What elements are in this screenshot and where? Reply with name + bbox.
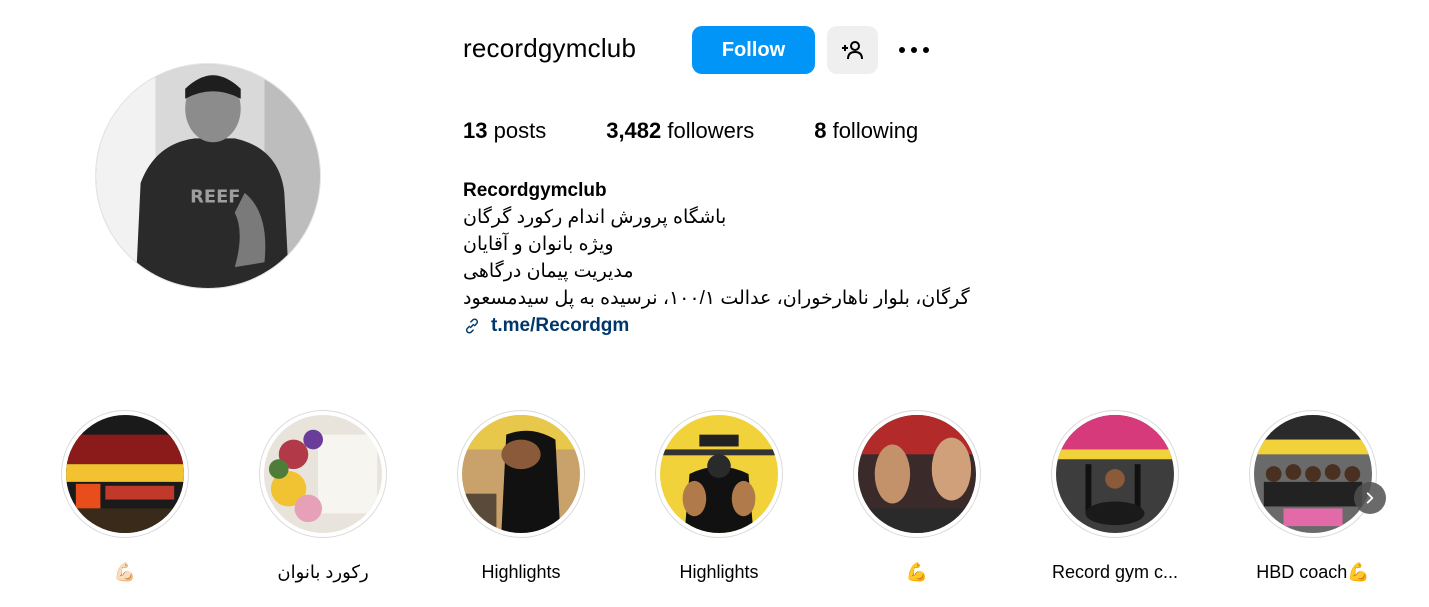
highlight-image xyxy=(858,415,976,533)
suggested-accounts-button[interactable] xyxy=(827,26,878,74)
more-options-icon xyxy=(896,47,932,53)
bio-line: باشگاه پرورش اندام رکورد گرگان xyxy=(463,207,727,228)
followers-count: 3,482 xyxy=(606,118,662,143)
highlight-label: Highlights xyxy=(481,562,561,582)
highlight-label: 💪 xyxy=(905,562,929,582)
highlight-cover xyxy=(61,410,189,538)
posts-label: posts xyxy=(493,118,547,143)
highlight-image xyxy=(1056,415,1174,533)
posts-stat: 13 posts xyxy=(463,118,546,144)
bio-external-link[interactable]: t.me/Recordgm xyxy=(463,312,1063,339)
bio-line: مدیریت پیمان درگاهی xyxy=(463,261,634,282)
person-add-icon xyxy=(841,41,863,60)
chevron-right-icon xyxy=(1366,492,1374,504)
highlights-next-button[interactable] xyxy=(1354,482,1386,514)
highlight-cover xyxy=(1051,410,1179,538)
followers-stat[interactable]: 3,482 followers xyxy=(606,118,754,144)
more-options-button[interactable] xyxy=(894,36,934,64)
profile-username: recordgymclub xyxy=(463,33,637,63)
highlight-label: HBD coach💪 xyxy=(1256,562,1370,582)
avatar-image: REEF xyxy=(96,64,320,288)
following-label: following xyxy=(832,118,919,143)
posts-count: 13 xyxy=(463,118,488,143)
highlight-cover xyxy=(457,410,585,538)
follow-button[interactable]: Follow xyxy=(692,26,815,74)
story-highlights: 💪🏻 رکورد بانوان Highlights Highlights 💪 … xyxy=(0,410,1429,600)
highlight-label: 💪🏻 xyxy=(113,562,137,582)
highlight-cover xyxy=(259,410,387,538)
highlight-image xyxy=(462,415,580,533)
highlight-image xyxy=(660,415,778,533)
highlight-image xyxy=(264,415,382,533)
bio-name: Recordgymclub xyxy=(463,180,607,201)
followers-label: followers xyxy=(667,118,755,143)
bio-line: ویژه بانوان و آقایان xyxy=(463,234,614,255)
highlight-item[interactable]: Highlights xyxy=(639,410,799,583)
highlight-cover xyxy=(853,410,981,538)
highlight-label: Highlights xyxy=(679,562,759,582)
following-count: 8 xyxy=(814,118,827,143)
highlight-item[interactable]: Highlights xyxy=(441,410,601,583)
bio-line: گرگان، بلوار ناهارخوران، عدالت ۱۰۰/۱، نر… xyxy=(463,288,970,309)
following-stat[interactable]: 8 following xyxy=(814,118,918,144)
profile-avatar[interactable]: REEF xyxy=(95,63,321,289)
highlight-item[interactable]: رکورد بانوان xyxy=(243,410,403,583)
highlight-image xyxy=(66,415,184,533)
highlight-cover xyxy=(1249,410,1377,538)
highlight-item[interactable]: 💪🏻 xyxy=(45,410,205,583)
profile-stats: 13 posts 3,482 followers 8 following xyxy=(463,118,978,144)
bio-link-text: t.me/Recordgm xyxy=(491,315,630,336)
highlight-item[interactable]: 💪 xyxy=(837,410,997,583)
highlight-label: رکورد بانوان xyxy=(277,562,369,582)
highlight-cover xyxy=(655,410,783,538)
avatar-photo-icon: REEF xyxy=(96,64,320,288)
highlight-item[interactable]: Record gym c... xyxy=(1035,410,1195,583)
link-icon xyxy=(465,317,479,334)
profile-bio: Recordgymclub باشگاه پرورش اندام رکورد گ… xyxy=(463,177,1063,339)
highlight-label: Record gym c... xyxy=(1051,562,1179,582)
svg-text:REEF: REEF xyxy=(190,187,240,208)
highlight-image xyxy=(1254,415,1372,533)
